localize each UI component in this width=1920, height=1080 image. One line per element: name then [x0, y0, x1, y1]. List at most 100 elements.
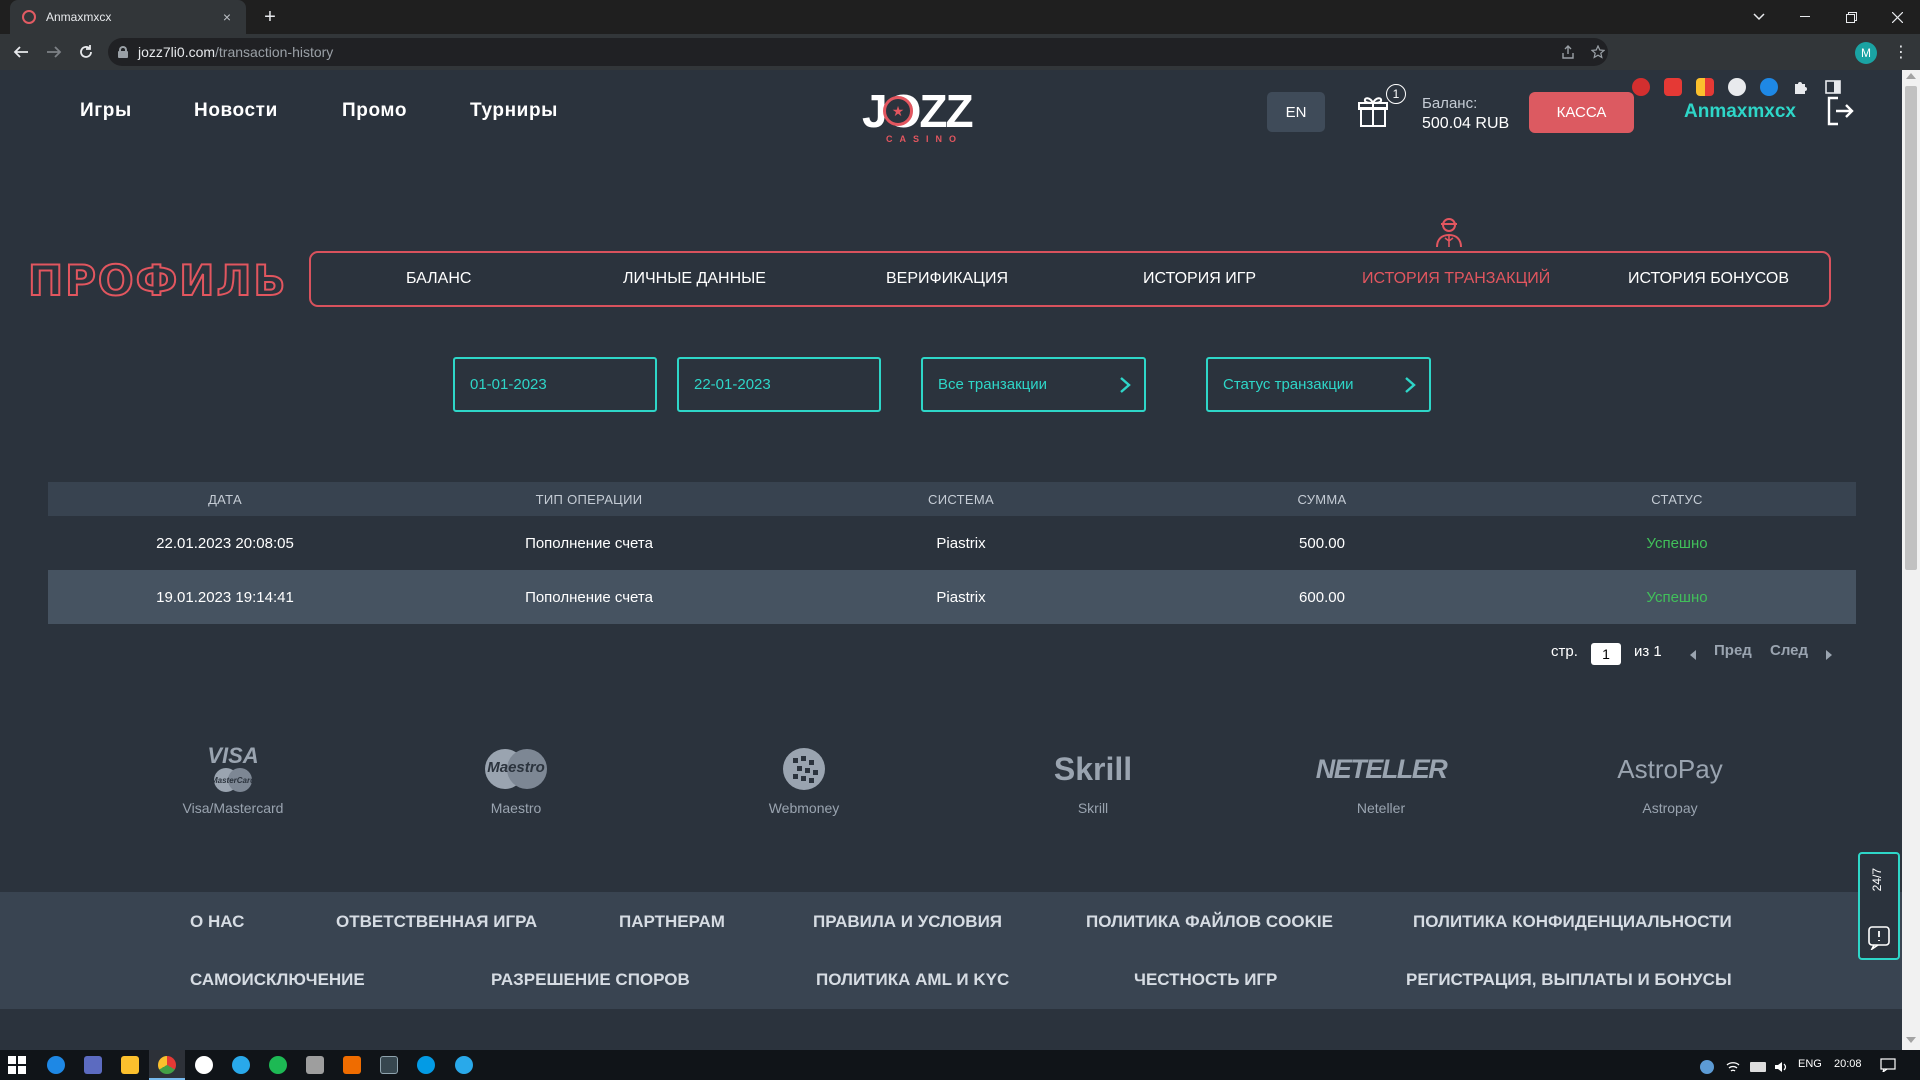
scrollbar-thumb[interactable]	[1905, 86, 1917, 570]
browser-tab[interactable]: Anmaxmxcx ×	[10, 0, 246, 34]
footer-link-terms[interactable]: ПРАВИЛА И УСЛОВИЯ	[813, 912, 1002, 932]
balance-label: Баланс:	[1422, 95, 1478, 112]
address-bar[interactable]: jozz7li0.com/transaction-history	[108, 38, 1608, 66]
yandex-icon[interactable]	[195, 1056, 213, 1074]
logo-text: JOZZ	[862, 85, 974, 137]
prev-arrow-icon[interactable]	[1690, 650, 1696, 660]
page-label: стр.	[1551, 643, 1578, 660]
next-arrow-icon[interactable]	[1826, 650, 1832, 660]
support-chat-widget[interactable]: 24/7	[1858, 852, 1900, 960]
chevron-right-icon	[1403, 376, 1417, 394]
profile-title: ПРОФИЛЬ	[27, 255, 288, 306]
spotify-icon[interactable]	[269, 1056, 287, 1074]
tab-bonus-history[interactable]: ИСТОРИЯ БОНУСОВ	[1628, 253, 1789, 305]
logout-icon[interactable]	[1826, 96, 1854, 126]
telegram-icon[interactable]	[232, 1056, 250, 1074]
tab-close-icon[interactable]: ×	[220, 9, 234, 25]
new-tab-icon[interactable]: +	[259, 6, 281, 28]
date-to-input[interactable]: 22-01-2023	[677, 357, 881, 412]
nav-news[interactable]: Новости	[194, 100, 278, 126]
gift-icon[interactable]	[1358, 94, 1388, 128]
side-panel-icon[interactable]	[1824, 78, 1842, 96]
tab-search-icon[interactable]	[1736, 0, 1782, 34]
telegram-icon[interactable]	[455, 1056, 473, 1074]
footer-link-fairness[interactable]: ЧЕСТНОСТЬ ИГР	[1134, 970, 1277, 990]
footer-link-privacy-policy[interactable]: ПОЛИТИКА КОНФИДЕНЦИАЛЬНОСТИ	[1413, 912, 1732, 932]
share-icon[interactable]	[1560, 45, 1576, 61]
tab-transaction-history[interactable]: ИСТОРИЯ ТРАНЗАКЦИЙ	[1362, 253, 1550, 305]
lock-icon	[118, 46, 128, 58]
tab-game-history[interactable]: ИСТОРИЯ ИГР	[1143, 253, 1256, 305]
cashier-button[interactable]: КАССА	[1529, 92, 1634, 133]
tab-personal-data[interactable]: ЛИЧНЫЕ ДАННЫЕ	[623, 253, 766, 305]
payment-label: Webmoney	[768, 800, 840, 816]
wifi-icon[interactable]	[1726, 1060, 1740, 1074]
browser-profile-avatar[interactable]: M	[1855, 42, 1877, 64]
tab-balance[interactable]: БАЛАНС	[406, 253, 471, 305]
date-from-input[interactable]: 01-01-2023	[453, 357, 657, 412]
chrome-icon[interactable]	[158, 1056, 176, 1074]
payment-webmoney: Webmoney	[729, 744, 879, 816]
close-window-icon[interactable]	[1874, 0, 1920, 34]
transaction-type-select[interactable]: Все транзакции	[921, 357, 1146, 412]
tray-app-icon[interactable]	[1700, 1060, 1714, 1074]
notifications-icon[interactable]	[1880, 1058, 1896, 1074]
clock-time[interactable]: 20:08	[1834, 1058, 1862, 1070]
footer-link-registration-payouts[interactable]: РЕГИСТРАЦИЯ, ВЫПЛАТЫ И БОНУСЫ	[1406, 970, 1732, 990]
input-language[interactable]: ENG	[1798, 1058, 1822, 1070]
footer-link-dispute-resolution[interactable]: РАЗРЕШЕНИЕ СПОРОВ	[491, 970, 690, 990]
browser-menu-icon[interactable]: ⋮	[1893, 42, 1909, 64]
extension-icon[interactable]	[1664, 78, 1682, 96]
scroll-down-arrow-icon[interactable]	[1906, 1037, 1916, 1043]
nav-promo[interactable]: Промо	[342, 100, 407, 126]
battery-icon[interactable]	[1750, 1062, 1766, 1072]
next-page-link[interactable]: След	[1770, 642, 1808, 659]
mail-icon[interactable]	[84, 1056, 102, 1074]
footer-link-responsible-gaming[interactable]: ОТВЕТСТВЕННАЯ ИГРА	[336, 912, 537, 932]
prev-page-link[interactable]: Пред	[1714, 642, 1752, 659]
puzzle-icon[interactable]	[1792, 78, 1810, 96]
extension-icon[interactable]	[1728, 78, 1746, 96]
cell-date: 19.01.2023 19:14:41	[156, 588, 294, 606]
back-icon[interactable]	[10, 41, 32, 63]
transaction-status-value: Статус транзакции	[1223, 376, 1354, 393]
volume-icon[interactable]	[1774, 1060, 1788, 1074]
minimize-icon[interactable]	[1782, 0, 1828, 34]
scroll-up-arrow-icon[interactable]	[1906, 73, 1916, 79]
footer-link-cookie-policy[interactable]: ПОЛИТИКА ФАЙЛОВ COOKIE	[1086, 912, 1333, 932]
nav-games[interactable]: Игры	[80, 100, 132, 126]
file-explorer-icon[interactable]	[121, 1056, 139, 1074]
page-total-label: из 1	[1634, 643, 1662, 660]
windows-start-icon[interactable]	[8, 1056, 26, 1074]
profile-tabs: БАЛАНС ЛИЧНЫЕ ДАННЫЕ ВЕРИФИКАЦИЯ ИСТОРИЯ…	[309, 251, 1831, 307]
app-icon[interactable]	[380, 1056, 398, 1074]
cell-amount: 500.00	[1299, 534, 1345, 552]
table-row: 22.01.2023 20:08:05 Пополнение счета Pia…	[48, 516, 1856, 570]
extension-icon[interactable]	[1632, 78, 1650, 96]
chat-icon	[1868, 926, 1890, 952]
app-icon[interactable]	[343, 1056, 361, 1074]
username-link[interactable]: Anmaxmxcx	[1684, 101, 1796, 123]
account-manager-icon[interactable]	[1435, 216, 1463, 248]
app-icon[interactable]	[417, 1056, 435, 1074]
bookmark-star-icon[interactable]	[1590, 44, 1606, 61]
transaction-status-select[interactable]: Статус транзакции	[1206, 357, 1431, 412]
extension-icon[interactable]	[1760, 78, 1778, 96]
edge-icon[interactable]	[47, 1056, 65, 1074]
reload-icon[interactable]	[75, 41, 97, 63]
nav-tournaments[interactable]: Турниры	[470, 100, 558, 126]
support-label: 24/7	[1870, 868, 1884, 892]
footer-link-about[interactable]: О НАС	[190, 912, 244, 932]
footer-link-aml-kyc[interactable]: ПОЛИТИКА AML И KYC	[816, 970, 1009, 990]
tab-verification[interactable]: ВЕРИФИКАЦИЯ	[886, 253, 1008, 305]
page-number-input[interactable]: 1	[1591, 643, 1621, 665]
forward-icon[interactable]	[43, 41, 65, 63]
site-logo[interactable]: JOZZ CASINO	[862, 88, 982, 144]
language-button[interactable]: EN	[1267, 92, 1325, 132]
footer-link-self-exclusion[interactable]: САМОИСКЛЮЧЕНИЕ	[190, 970, 365, 990]
extension-icon[interactable]	[1696, 78, 1714, 96]
footer-link-partners[interactable]: ПАРТНЕРАМ	[619, 912, 725, 932]
cell-status: Успешно	[1646, 534, 1708, 552]
calculator-icon[interactable]	[306, 1056, 324, 1074]
restore-icon[interactable]	[1828, 0, 1874, 34]
